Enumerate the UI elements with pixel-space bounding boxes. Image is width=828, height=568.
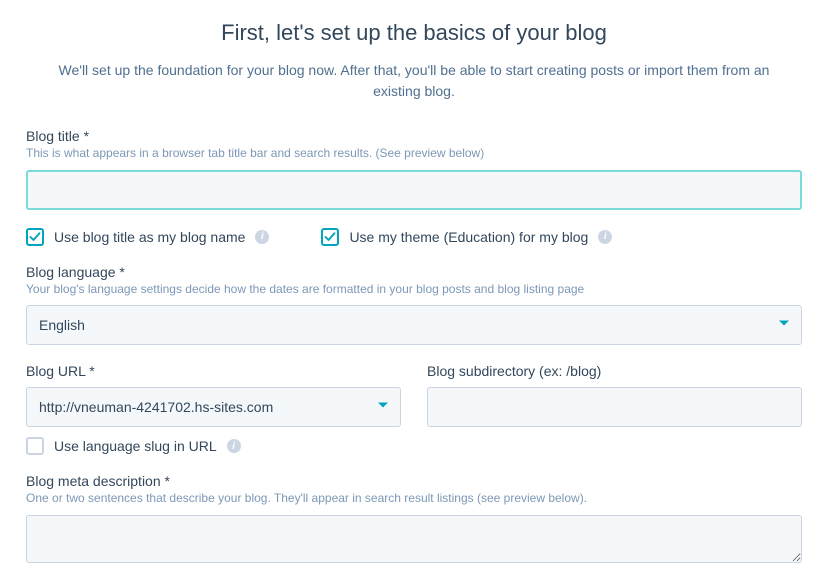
blog-language-help: Your blog's language settings decide how… xyxy=(26,282,802,298)
info-icon[interactable]: i xyxy=(227,439,241,453)
blog-language-select[interactable] xyxy=(26,305,802,345)
meta-description-help: One or two sentences that describe your … xyxy=(26,491,802,507)
blog-subdirectory-input[interactable] xyxy=(427,387,802,427)
info-icon[interactable]: i xyxy=(598,230,612,244)
blog-url-select[interactable] xyxy=(26,387,401,427)
blog-language-section: Blog language * Your blog's language set… xyxy=(26,264,802,346)
blog-url-label: Blog URL * xyxy=(26,363,401,379)
blog-url-section: Blog URL * Use language slug in URL i xyxy=(26,363,401,455)
page-subtitle: We'll set up the foundation for your blo… xyxy=(34,60,794,102)
blog-language-label: Blog language * xyxy=(26,264,802,280)
checkmark-icon xyxy=(29,231,41,243)
blog-title-input[interactable] xyxy=(26,170,802,210)
use-theme-label: Use my theme (Education) for my blog xyxy=(349,229,588,245)
meta-description-section: Blog meta description * One or two sente… xyxy=(26,473,802,568)
blog-subdirectory-label: Blog subdirectory (ex: /blog) xyxy=(427,363,802,379)
blog-title-label: Blog title * xyxy=(26,128,802,144)
use-title-as-name-label: Use blog title as my blog name xyxy=(54,229,245,245)
use-lang-slug-label: Use language slug in URL xyxy=(54,438,217,454)
blog-title-help: This is what appears in a browser tab ti… xyxy=(26,146,802,162)
page-title: First, let's set up the basics of your b… xyxy=(26,20,802,46)
use-theme-checkbox[interactable] xyxy=(321,228,339,246)
info-icon[interactable]: i xyxy=(255,230,269,244)
meta-description-label: Blog meta description * xyxy=(26,473,802,489)
blog-title-section: Blog title * This is what appears in a b… xyxy=(26,128,802,210)
use-lang-slug-checkbox[interactable] xyxy=(26,437,44,455)
use-title-as-name-checkbox[interactable] xyxy=(26,228,44,246)
checkmark-icon xyxy=(324,231,336,243)
blog-subdirectory-section: Blog subdirectory (ex: /blog) xyxy=(427,363,802,455)
meta-description-textarea[interactable] xyxy=(26,515,802,563)
